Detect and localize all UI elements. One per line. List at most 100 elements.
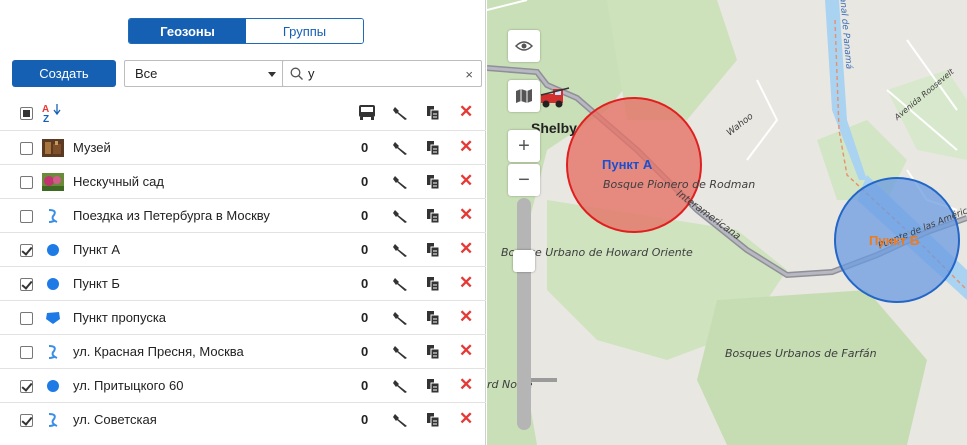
geozone-name: ул. Советская bbox=[73, 412, 157, 427]
copy-icon[interactable] bbox=[426, 242, 442, 258]
wrench-icon[interactable] bbox=[392, 344, 408, 360]
unit-count: 0 bbox=[361, 242, 369, 257]
route-icon bbox=[42, 411, 64, 429]
wrench-icon[interactable] bbox=[392, 412, 408, 428]
search-clear-icon[interactable]: × bbox=[465, 67, 473, 82]
wrench-icon[interactable] bbox=[392, 378, 408, 394]
row-checkbox[interactable] bbox=[20, 346, 33, 359]
create-button[interactable]: Создать bbox=[12, 60, 116, 87]
delete-icon[interactable]: ✕ bbox=[459, 137, 475, 156]
geozones-panel: Геозоны Группы Создать Все × A Z bbox=[0, 0, 486, 445]
wrench-icon bbox=[393, 107, 407, 120]
unit-count: 0 bbox=[361, 344, 369, 359]
visibility-toggle-button[interactable] bbox=[508, 30, 540, 62]
circle-icon bbox=[42, 275, 64, 293]
copy-icon[interactable] bbox=[426, 276, 442, 292]
search-icon bbox=[290, 67, 303, 80]
row-checkbox[interactable] bbox=[20, 142, 33, 155]
filter-select[interactable]: Все bbox=[124, 60, 286, 87]
tab-groups[interactable]: Группы bbox=[246, 19, 363, 43]
copy-icon[interactable] bbox=[426, 140, 442, 156]
zoom-slider-track[interactable] bbox=[517, 198, 531, 430]
delete-icon[interactable]: ✕ bbox=[459, 409, 475, 428]
zoom-in-button[interactable]: + bbox=[508, 130, 540, 162]
select-all-checkbox[interactable] bbox=[20, 107, 33, 120]
delete-icon[interactable]: ✕ bbox=[459, 375, 475, 394]
row-checkbox[interactable] bbox=[20, 244, 33, 257]
copy-icon[interactable] bbox=[426, 378, 442, 394]
geozone-name: Нескучный сад bbox=[73, 174, 164, 189]
unit-count: 0 bbox=[361, 310, 369, 325]
geozone-name: ул. Притыцкого 60 bbox=[73, 378, 184, 393]
row-checkbox[interactable] bbox=[20, 176, 33, 189]
wrench-icon[interactable] bbox=[392, 208, 408, 224]
delete-icon[interactable]: ✕ bbox=[459, 171, 475, 190]
eye-icon bbox=[515, 41, 533, 51]
list-item[interactable]: ул. Притыцкого 60 0 ✕ bbox=[0, 368, 486, 402]
geozone-b-label: Пункт Б bbox=[869, 233, 920, 248]
list-item[interactable]: Пункт А 0 ✕ bbox=[0, 232, 486, 266]
garden-thumbnail bbox=[42, 173, 64, 191]
copy-icon[interactable] bbox=[426, 412, 442, 428]
list-item[interactable]: Поездка из Петербурга в Москву 0 ✕ bbox=[0, 198, 486, 232]
copy-icon[interactable] bbox=[426, 208, 442, 224]
wrench-icon[interactable] bbox=[392, 310, 408, 326]
list-item[interactable]: ул. Советская 0 ✕ bbox=[0, 402, 486, 436]
unit-count: 0 bbox=[361, 140, 369, 155]
wrench-icon[interactable] bbox=[392, 242, 408, 258]
list-item[interactable]: Пункт пропуска 0 ✕ bbox=[0, 300, 486, 334]
geozone-name: ул. Красная Пресня, Москва bbox=[73, 344, 244, 359]
circle-icon bbox=[42, 241, 64, 259]
geozone-name: Пункт Б bbox=[73, 276, 120, 291]
row-checkbox[interactable] bbox=[20, 414, 33, 427]
search-box: × bbox=[282, 60, 482, 87]
row-checkbox[interactable] bbox=[20, 380, 33, 393]
route-icon bbox=[42, 343, 64, 361]
row-checkbox[interactable] bbox=[20, 312, 33, 325]
wrench-icon[interactable] bbox=[392, 140, 408, 156]
copy-icon[interactable] bbox=[426, 344, 442, 360]
zoom-slider-handle[interactable] bbox=[513, 250, 535, 272]
unit-count: 0 bbox=[361, 276, 369, 291]
map-label-bosques-farfan: Bosques Urbanos de Farfán bbox=[725, 347, 877, 360]
map-layers-button[interactable] bbox=[508, 80, 540, 112]
museum-thumbnail bbox=[42, 139, 64, 157]
wrench-icon[interactable] bbox=[392, 174, 408, 190]
map-icon bbox=[516, 89, 532, 103]
tow-truck-icon[interactable] bbox=[539, 86, 575, 110]
geozone-name: Пункт пропуска bbox=[73, 310, 167, 325]
copy-list-icon bbox=[427, 106, 440, 121]
search-input[interactable] bbox=[308, 66, 458, 81]
list-header: A Z ✕ bbox=[0, 96, 486, 130]
bus-icon bbox=[359, 105, 375, 120]
sort-az-icon[interactable]: A Z bbox=[42, 104, 64, 124]
delete-icon[interactable]: ✕ bbox=[459, 307, 475, 326]
geozone-a-label: Пункт А bbox=[602, 157, 653, 172]
svg-text:Z: Z bbox=[43, 114, 49, 124]
row-checkbox[interactable] bbox=[20, 210, 33, 223]
unit-count: 0 bbox=[361, 208, 369, 223]
delete-icon[interactable]: ✕ bbox=[459, 341, 475, 360]
list-item[interactable]: Нескучный сад 0 ✕ bbox=[0, 164, 486, 198]
list-item[interactable]: Пункт Б 0 ✕ bbox=[0, 266, 486, 300]
geozone-name: Пункт А bbox=[73, 242, 121, 257]
delete-icon[interactable]: ✕ bbox=[459, 273, 475, 292]
row-checkbox[interactable] bbox=[20, 278, 33, 291]
tab-geozones[interactable]: Геозоны bbox=[129, 19, 246, 43]
copy-icon[interactable] bbox=[426, 310, 442, 326]
geozone-name: Поездка из Петербурга в Москву bbox=[73, 208, 270, 223]
unit-count: 0 bbox=[361, 378, 369, 393]
delete-icon[interactable]: ✕ bbox=[459, 205, 475, 224]
copy-icon[interactable] bbox=[426, 174, 442, 190]
zoom-out-button[interactable]: − bbox=[508, 164, 540, 196]
map[interactable]: Bosque Pionero de Rodman Bosque Urbano d… bbox=[487, 0, 967, 445]
list-item[interactable]: ул. Красная Пресня, Москва 0 ✕ bbox=[0, 334, 486, 368]
chevron-down-icon bbox=[268, 72, 276, 77]
unit-count: 0 bbox=[361, 412, 369, 427]
list-item[interactable]: Музей 0 ✕ bbox=[0, 130, 486, 164]
delete-all-icon[interactable]: ✕ bbox=[459, 102, 475, 121]
toolbar: Создать Все × bbox=[12, 60, 482, 88]
tab-switcher: Геозоны Группы bbox=[128, 18, 364, 44]
delete-icon[interactable]: ✕ bbox=[459, 239, 475, 258]
wrench-icon[interactable] bbox=[392, 276, 408, 292]
